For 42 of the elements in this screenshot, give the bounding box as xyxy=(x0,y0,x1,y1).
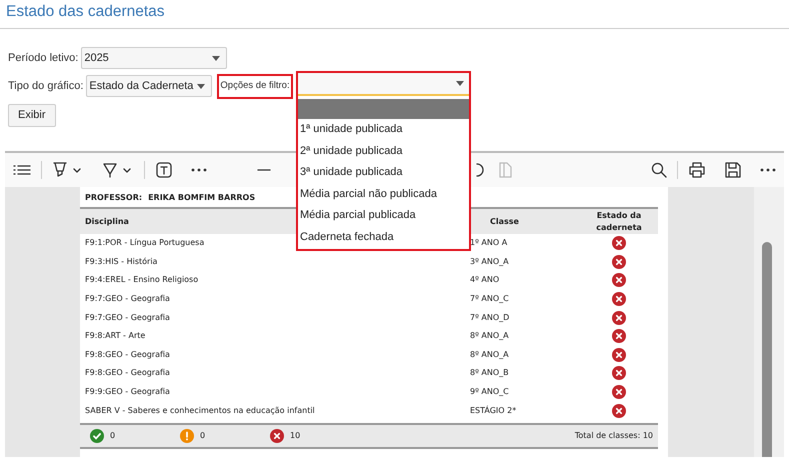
table-cell: F9:7:GEO - Geografia xyxy=(85,312,170,324)
period-label: Período letivo: xyxy=(8,50,78,66)
dropdown-option[interactable]: 1ª unidade publicada xyxy=(298,119,469,140)
table-cell: F9:8:GEO - Geografia xyxy=(85,367,170,380)
table-cell: F9:4:EREL - Ensino Religioso xyxy=(85,274,198,286)
chart-type-label: Tipo do gráfico: xyxy=(8,78,84,94)
dropdown-option[interactable]: Caderneta fechada xyxy=(298,226,469,248)
dropdown-option[interactable]: 2ª unidade publicada xyxy=(298,140,469,162)
dropdown-option[interactable]: 3ª unidade publicada xyxy=(298,162,469,184)
status-count: 10 xyxy=(290,430,300,442)
table-cell: SABER V - Saberes e conhecimentos na educação infantil xyxy=(85,404,315,417)
status-count: 0 xyxy=(110,430,116,442)
table-cell: F9:9:GEO - Geografia xyxy=(85,386,170,398)
table-cell: 8º ANO_A xyxy=(470,348,509,361)
dropdown-option[interactable]: Média parcial publicada xyxy=(298,205,469,226)
column-header: Estado da caderneta xyxy=(595,210,643,234)
table-cell: 7º ANO_C xyxy=(470,293,509,306)
table-cell: F9:8:ART - Arte xyxy=(85,330,146,342)
filter-label: Opções de filtro: xyxy=(217,74,293,98)
table-cell: 9º ANO_C xyxy=(470,386,509,398)
status-count: 0 xyxy=(200,430,206,442)
column-header: Classe xyxy=(490,216,519,228)
table-cell: 1º ANO A xyxy=(470,237,508,250)
table-cell: 4º ANO xyxy=(470,274,500,286)
period-select[interactable]: 2025 xyxy=(81,47,228,69)
professor-label: PROFESSOR: xyxy=(85,192,142,204)
column-header: Disciplina xyxy=(85,216,129,228)
total-classes: Total de classes: 10 xyxy=(574,430,653,442)
table-cell: F9:3:HIS - História xyxy=(85,256,158,268)
chart-type-select[interactable]: Estado da Caderneta xyxy=(86,75,212,97)
table-cell: F9:7:GEO - Geografia xyxy=(85,293,170,306)
show-button[interactable]: Exibir xyxy=(8,104,56,126)
table-cell: 8º ANO_B xyxy=(470,367,509,380)
table-cell: 7º ANO_D xyxy=(470,312,510,324)
table-cell: 3º ANO_A xyxy=(470,256,509,268)
dropdown-option[interactable]: Média parcial não publicada xyxy=(298,184,469,205)
table-cell: F9:1:POR - Língua Portuguesa xyxy=(85,237,204,250)
table-cell: F9:8:GEO - Geografia xyxy=(85,348,170,361)
table-cell: 8º ANO_A xyxy=(470,330,509,342)
professor-name: ERIKA BOMFIM BARROS xyxy=(148,192,256,204)
page-title: Estado das cadernetas xyxy=(0,0,789,29)
table-cell: ESTÁGIO 2* xyxy=(470,404,516,417)
